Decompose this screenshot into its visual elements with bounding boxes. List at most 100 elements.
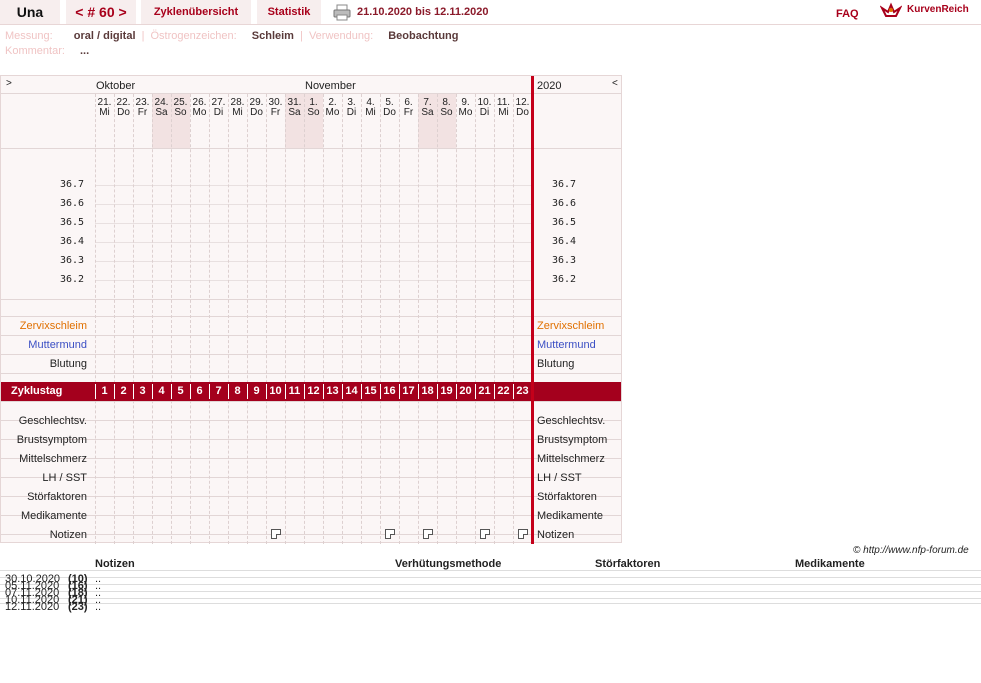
logo-text[interactable]: KurvenReich bbox=[907, 4, 969, 15]
day-divider bbox=[342, 94, 343, 544]
cycle-day-number[interactable]: 21 bbox=[475, 382, 494, 401]
day-header[interactable]: 3. Di bbox=[342, 98, 361, 118]
cycle-day-number[interactable]: 2 bbox=[114, 382, 133, 401]
cycle-day-number[interactable]: 22 bbox=[494, 382, 513, 401]
cycle-day-number[interactable]: 7 bbox=[209, 382, 228, 401]
day-header[interactable]: 12. Do bbox=[513, 98, 532, 118]
note-icon[interactable] bbox=[385, 529, 395, 539]
copyright[interactable]: © http://www.nfp-forum.de bbox=[853, 545, 969, 556]
day-weekday: Sa bbox=[421, 107, 434, 118]
day-header[interactable]: 26. Mo bbox=[190, 98, 209, 118]
nav-left-arrow[interactable]: > bbox=[6, 78, 12, 89]
cycle-day-bar: Zyklustag 1 2 3 4 5 6 7 8 9 10 11 12 13 14 15 16 17 18 19 2… bbox=[1, 382, 621, 401]
notes-row-line bbox=[0, 603, 981, 604]
cycle-day-number[interactable]: 14 bbox=[342, 382, 361, 401]
day-header[interactable]: 28. Mi bbox=[228, 98, 247, 118]
temp-label-right: 36.7 bbox=[552, 179, 577, 190]
measure-value: oral / digital bbox=[73, 30, 136, 42]
day-header[interactable]: 25. So bbox=[171, 98, 190, 118]
day-divider bbox=[418, 94, 419, 544]
day-weekday: Do bbox=[117, 107, 130, 118]
day-weekday: Fr bbox=[403, 107, 414, 118]
cycle-day-number[interactable]: 19 bbox=[437, 382, 456, 401]
notes-header-contraception: Verhütungsmethode bbox=[395, 558, 502, 570]
day-header[interactable]: 10. Di bbox=[475, 98, 494, 118]
day-header[interactable]: 22. Do bbox=[114, 98, 133, 118]
row-label-right: Störfaktoren bbox=[537, 491, 597, 503]
day-divider bbox=[228, 94, 229, 544]
day-header[interactable]: 24. Sa bbox=[152, 98, 171, 118]
day-header[interactable]: 9. Mo bbox=[456, 98, 475, 118]
day-header[interactable]: 2. Mo bbox=[323, 98, 342, 118]
grid-line bbox=[1, 148, 621, 149]
cycle-day-number[interactable]: 11 bbox=[285, 382, 304, 401]
note-icon[interactable] bbox=[480, 529, 490, 539]
cycle-day-number[interactable]: 16 bbox=[380, 382, 399, 401]
cycle-divider bbox=[475, 384, 476, 399]
day-header[interactable]: 7. Sa bbox=[418, 98, 437, 118]
day-weekday: Fr bbox=[137, 107, 148, 118]
current-day-marker bbox=[531, 76, 534, 544]
grid-line bbox=[1, 420, 621, 421]
cycle-day-number[interactable]: 13 bbox=[323, 382, 342, 401]
cycle-divider bbox=[437, 384, 438, 399]
day-header[interactable]: 21. Mi bbox=[95, 98, 114, 118]
grid-line bbox=[1, 354, 621, 355]
cycle-day-number[interactable]: 6 bbox=[190, 382, 209, 401]
grid-line bbox=[1, 373, 621, 374]
row-label-left: Geschlechtsv. bbox=[18, 415, 87, 427]
notes-row-line bbox=[0, 577, 981, 578]
day-weekday: So bbox=[440, 107, 453, 118]
cycle-day-number[interactable]: 1 bbox=[95, 382, 114, 401]
cycle-day-number[interactable]: 5 bbox=[171, 382, 190, 401]
cycle-day-number[interactable]: 17 bbox=[399, 382, 418, 401]
day-header[interactable]: 5. Do bbox=[380, 98, 399, 118]
note-icon[interactable] bbox=[271, 529, 281, 539]
cycle-day-number[interactable]: 23 bbox=[513, 382, 532, 401]
cycle-day-number[interactable]: 3 bbox=[133, 382, 152, 401]
cycle-day-number[interactable]: 15 bbox=[361, 382, 380, 401]
day-header[interactable]: 23. Fr bbox=[133, 98, 152, 118]
cycle-day-number[interactable]: 10 bbox=[266, 382, 285, 401]
day-header[interactable]: 11. Mi bbox=[494, 98, 513, 118]
day-header[interactable]: 29. Do bbox=[247, 98, 266, 118]
tab-statistics[interactable]: Statistik bbox=[257, 0, 321, 24]
day-header[interactable]: 1. So bbox=[304, 98, 323, 118]
faq-link[interactable]: FAQ bbox=[836, 2, 859, 26]
cycle-divider bbox=[190, 384, 191, 399]
day-header[interactable]: 27. Di bbox=[209, 98, 228, 118]
crown-logo-icon[interactable] bbox=[880, 2, 902, 20]
cycle-day-number[interactable]: 18 bbox=[418, 382, 437, 401]
grid-line bbox=[1, 458, 621, 459]
cycle-navigation[interactable]: < # 60 > bbox=[66, 0, 136, 24]
day-header[interactable]: 4. Mi bbox=[361, 98, 380, 118]
comment-info: Kommentar: ... bbox=[5, 45, 89, 57]
day-header[interactable]: 30. Fr bbox=[266, 98, 285, 118]
cycle-day-number[interactable]: 9 bbox=[247, 382, 266, 401]
row-label-cervix: Zervixschleim bbox=[19, 320, 87, 332]
grid-line bbox=[1, 401, 621, 402]
day-header[interactable]: 8. So bbox=[437, 98, 456, 118]
day-weekday: Di bbox=[346, 107, 357, 118]
note-icon[interactable] bbox=[518, 529, 528, 539]
day-divider bbox=[304, 94, 305, 544]
tab-cycle-overview[interactable]: Zyklenübersicht bbox=[141, 0, 251, 24]
temp-grid-line bbox=[95, 261, 531, 262]
cycle-day-number[interactable]: 8 bbox=[228, 382, 247, 401]
day-header[interactable]: 31. Sa bbox=[285, 98, 304, 118]
grid-line bbox=[1, 496, 621, 497]
cycle-day-number[interactable]: 20 bbox=[456, 382, 475, 401]
estrogen-label: Östrogenzeichen: bbox=[150, 30, 237, 42]
row-label-bleeding-right: Blutung bbox=[537, 358, 575, 370]
cycle-day-number[interactable]: 4 bbox=[152, 382, 171, 401]
day-header[interactable]: 6. Fr bbox=[399, 98, 418, 118]
user-name-tab[interactable]: Una bbox=[0, 0, 60, 24]
note-icon[interactable] bbox=[423, 529, 433, 539]
nav-right-arrow[interactable]: < bbox=[612, 78, 618, 89]
printer-icon[interactable] bbox=[333, 4, 351, 21]
cycle-day-number[interactable]: 12 bbox=[304, 382, 323, 401]
day-divider bbox=[152, 94, 153, 544]
cycle-divider bbox=[95, 384, 96, 399]
cycle-divider bbox=[171, 384, 172, 399]
notes-header-medication: Medikamente bbox=[795, 558, 865, 570]
